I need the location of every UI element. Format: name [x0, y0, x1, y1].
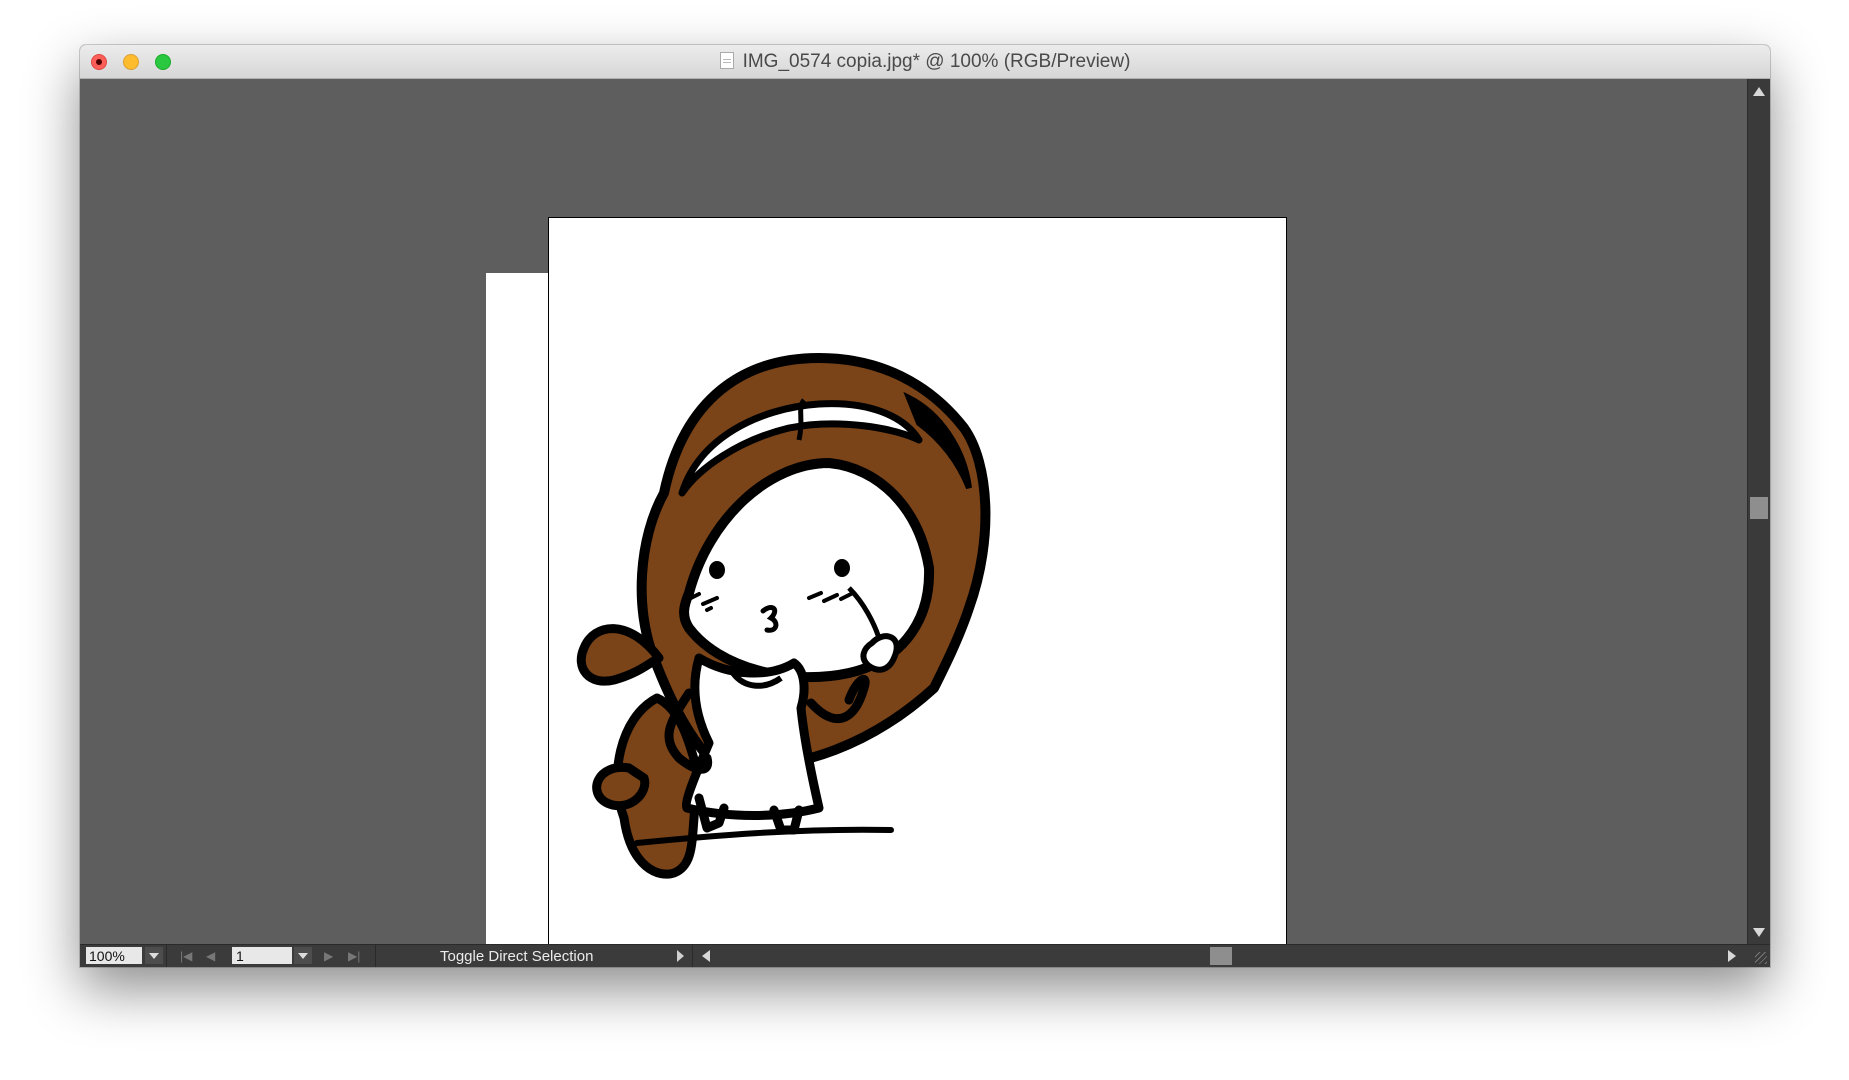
- canvas-area[interactable]: [80, 79, 1748, 945]
- document-icon: [719, 52, 734, 69]
- prev-page-icon[interactable]: ◀: [206, 949, 215, 963]
- divider: [166, 945, 167, 967]
- scroll-left-icon[interactable]: [702, 950, 710, 962]
- artboard[interactable]: [548, 217, 1287, 945]
- scroll-right-icon[interactable]: [1728, 950, 1736, 962]
- document-window: IMG_0574 copia.jpg* @ 100% (RGB/Preview): [80, 45, 1770, 967]
- window-title: IMG_0574 copia.jpg* @ 100% (RGB/Preview): [742, 51, 1131, 72]
- vertical-scroll-thumb[interactable]: [1750, 497, 1768, 519]
- divider: [375, 945, 376, 967]
- title-bar[interactable]: IMG_0574 copia.jpg* @ 100% (RGB/Preview): [80, 45, 1770, 79]
- left-eye: [709, 561, 725, 579]
- hair-curl-bottom: [592, 763, 650, 811]
- zoom-field[interactable]: 100%: [86, 947, 142, 964]
- chevron-down-icon[interactable]: [294, 947, 312, 964]
- window-title-container: IMG_0574 copia.jpg* @ 100% (RGB/Preview): [80, 45, 1770, 78]
- resize-grip-icon[interactable]: [1755, 952, 1767, 964]
- page-number-field[interactable]: 1: [232, 947, 292, 964]
- next-page-icon[interactable]: ▶: [324, 949, 333, 963]
- status-bar: 100% |◀ ◀ 1 ▶ ▶| Toggle Direct Selection: [80, 944, 1770, 967]
- divider: [692, 945, 693, 967]
- vertical-scrollbar[interactable]: [1747, 79, 1770, 945]
- cartoon-girl-illustration[interactable]: [549, 218, 1288, 945]
- right-eye: [834, 559, 850, 577]
- scroll-up-icon[interactable]: [1753, 87, 1765, 96]
- horizontal-scroll-thumb[interactable]: [1210, 947, 1232, 965]
- scroll-down-icon[interactable]: [1753, 928, 1765, 937]
- status-menu-arrow-icon[interactable]: [677, 950, 684, 962]
- chevron-down-icon[interactable]: [145, 947, 163, 964]
- first-page-icon[interactable]: |◀: [180, 949, 192, 963]
- status-text[interactable]: Toggle Direct Selection: [440, 946, 593, 967]
- last-page-icon[interactable]: ▶|: [348, 949, 360, 963]
- dress: [681, 653, 824, 820]
